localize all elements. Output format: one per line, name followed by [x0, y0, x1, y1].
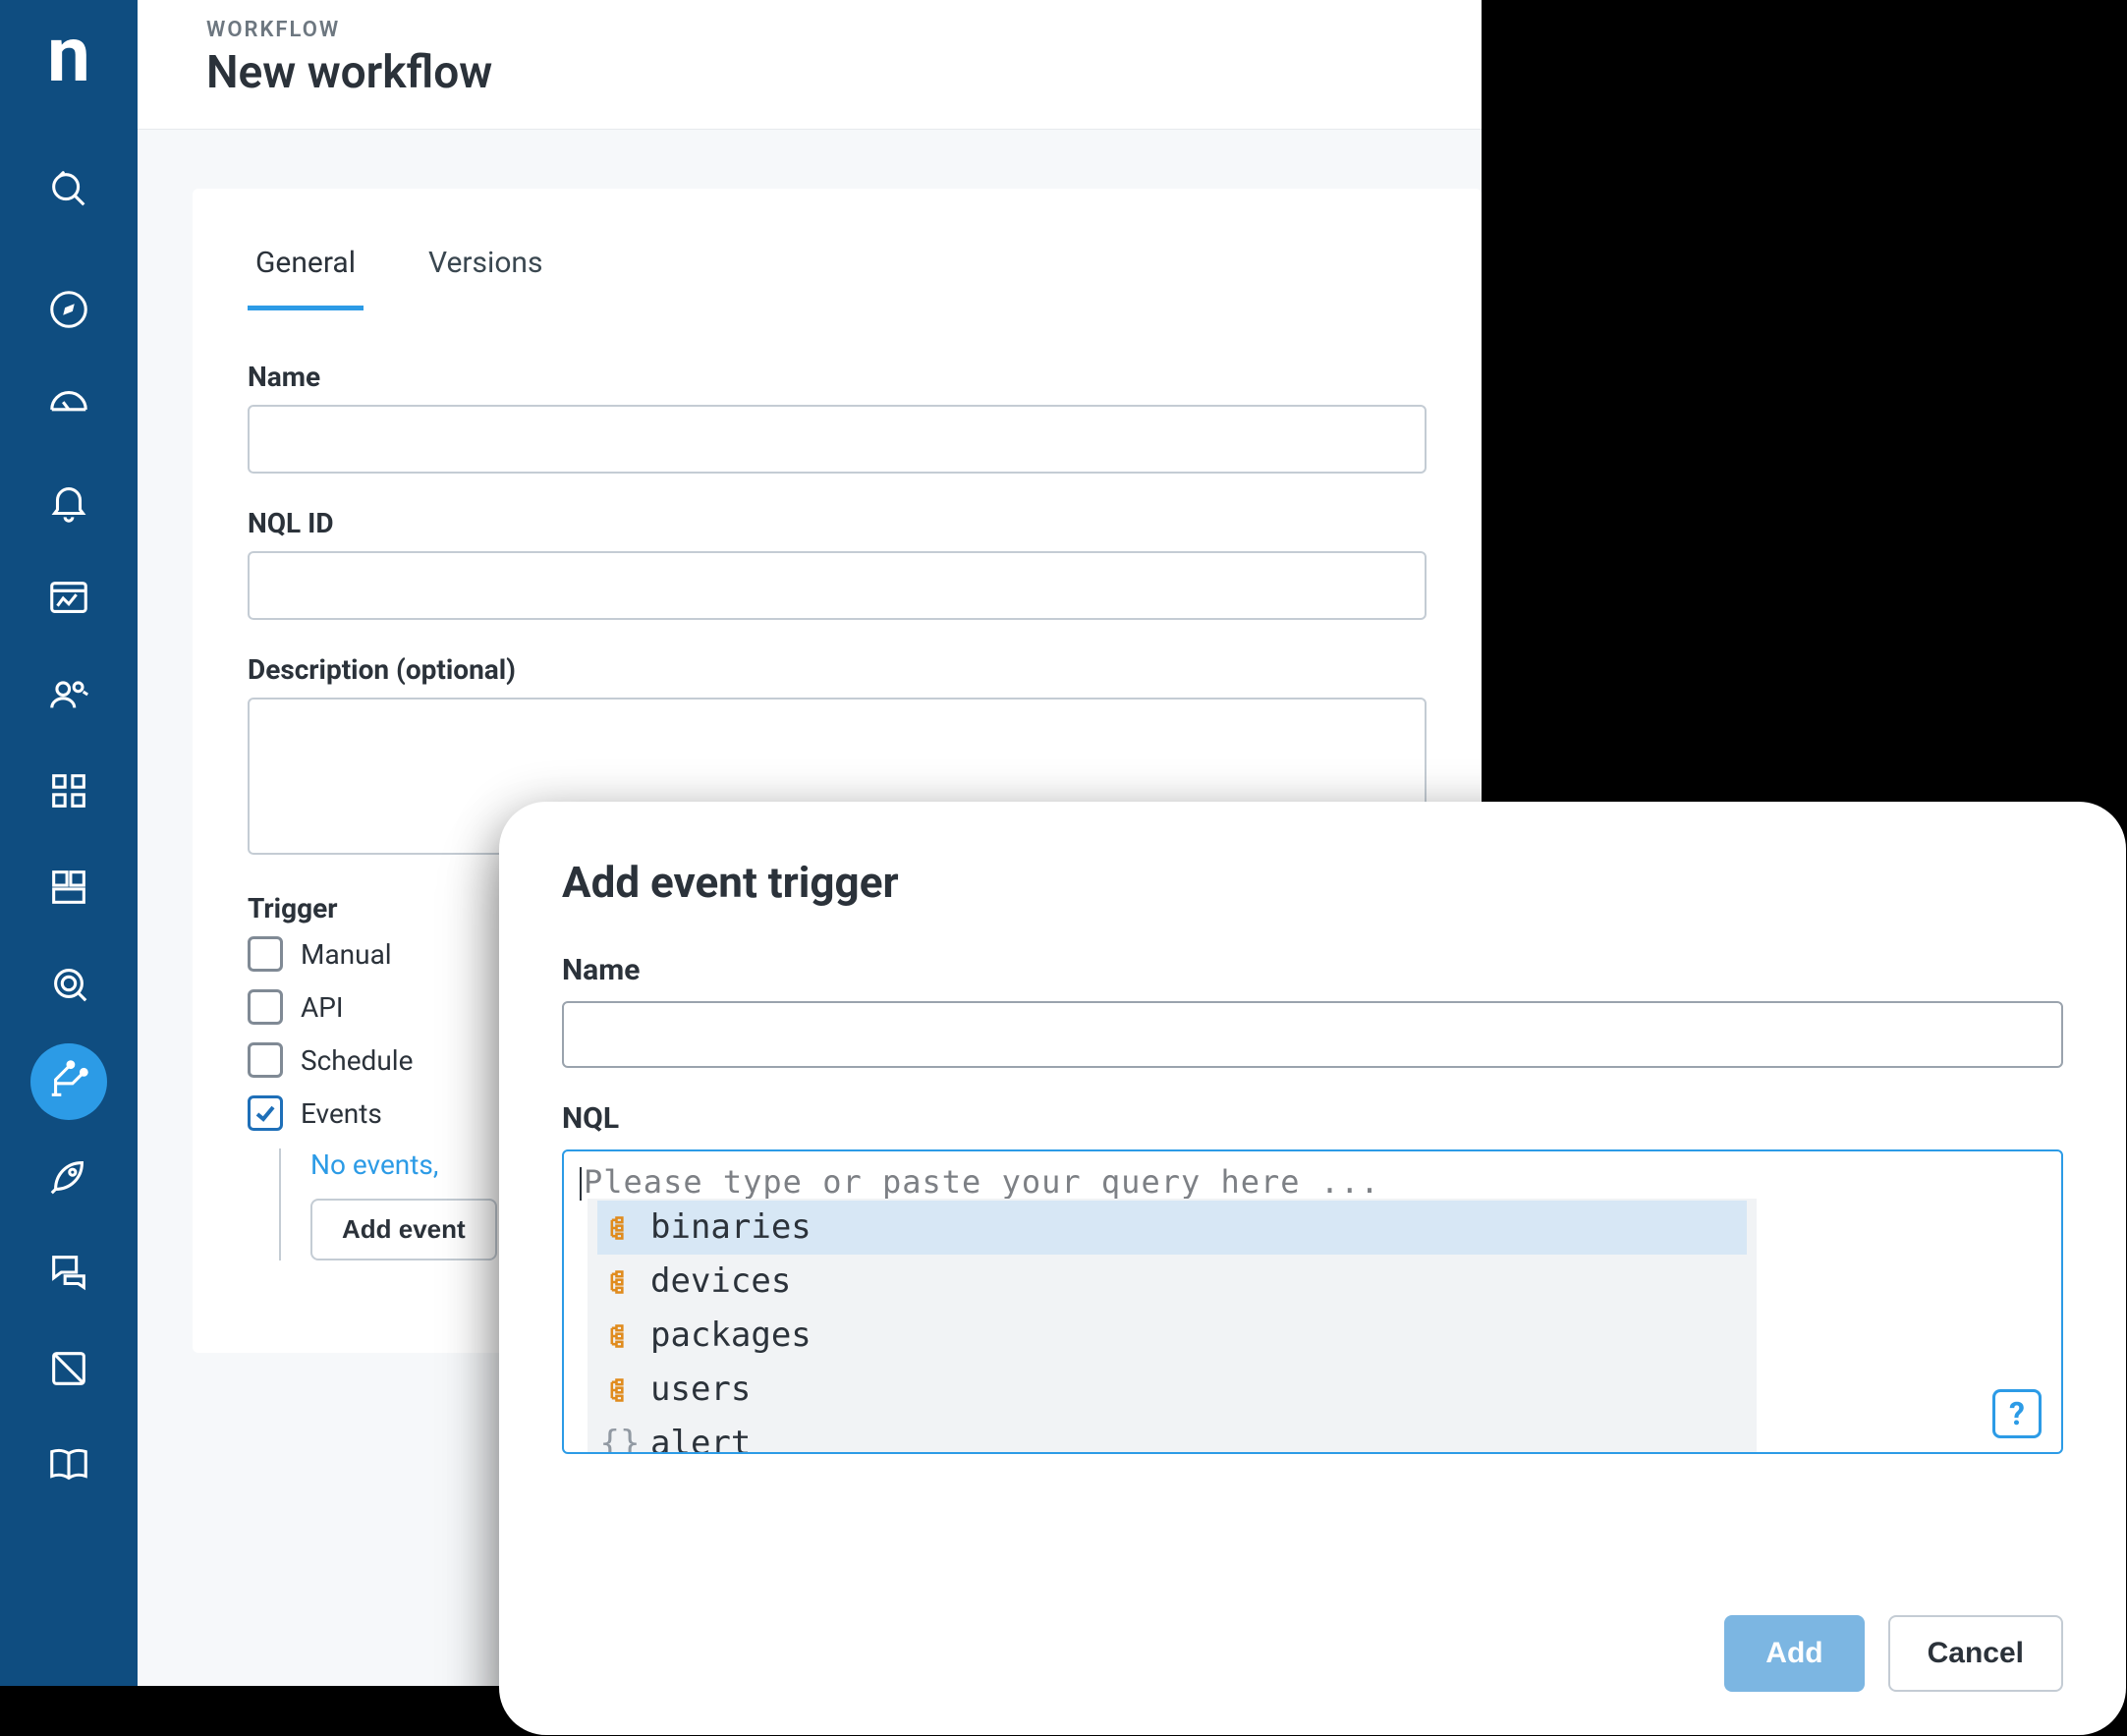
- users-icon: [46, 672, 91, 721]
- braces-icon: {}: [603, 1417, 637, 1454]
- book-icon: [46, 1442, 91, 1491]
- text-cursor-icon: [580, 1167, 582, 1201]
- tree-icon: [603, 1214, 637, 1242]
- nav-content[interactable]: [30, 1332, 107, 1409]
- logo: n: [47, 18, 90, 94]
- modal-name-label: Name: [562, 953, 2063, 987]
- apps-grid-icon: [46, 768, 91, 817]
- tree-icon: [603, 1268, 637, 1296]
- field-name: Name: [248, 361, 1427, 474]
- tab-general[interactable]: General: [248, 228, 364, 310]
- name-label: Name: [248, 361, 1427, 393]
- widgets-icon: [46, 865, 91, 914]
- nqlid-label: NQL ID: [248, 507, 1427, 539]
- nqlid-input[interactable]: [248, 551, 1427, 620]
- modal-footer: Add Cancel: [562, 1605, 2063, 1692]
- compass-icon: [46, 287, 91, 336]
- modal-name-input[interactable]: [562, 1001, 2063, 1068]
- field-nqlid: NQL ID: [248, 507, 1427, 620]
- nav-analytics[interactable]: [30, 562, 107, 639]
- autocomplete-item[interactable]: packages: [597, 1309, 1747, 1363]
- nql-editor[interactable]: Please type or paste your query here ...…: [562, 1149, 2063, 1454]
- breadcrumb: WORKFLOW: [206, 18, 1427, 42]
- autocomplete-text: users: [650, 1363, 751, 1417]
- page-title: New workflow: [206, 46, 1427, 99]
- workflow-robot-icon: [46, 1057, 91, 1106]
- nav-compass[interactable]: [30, 273, 107, 350]
- modal-field-nql: NQL Please type or paste your query here…: [562, 1101, 2063, 1572]
- investigate-icon: [46, 961, 91, 1010]
- analytics-window-icon: [46, 576, 91, 625]
- modal-cancel-button[interactable]: Cancel: [1888, 1615, 2063, 1692]
- search-icon: [46, 167, 91, 216]
- checkbox-icon: [248, 1042, 283, 1078]
- modal-title: Add event trigger: [562, 857, 2063, 908]
- rocket-icon: [46, 1153, 91, 1203]
- autocomplete-list: binaries devices packages users: [588, 1199, 1757, 1454]
- modal-add-button[interactable]: Add: [1724, 1615, 1864, 1692]
- nav-workflows[interactable]: [30, 1043, 107, 1120]
- trigger-schedule-label: Schedule: [301, 1044, 413, 1077]
- trigger-events-label: Events: [301, 1097, 382, 1130]
- nav-widgets[interactable]: [30, 851, 107, 927]
- modal-nql-label: NQL: [562, 1101, 2063, 1136]
- nav-rocket[interactable]: [30, 1140, 107, 1216]
- nql-placeholder-text: Please type or paste your query here ...: [584, 1163, 1380, 1201]
- nql-placeholder: Please type or paste your query here ...: [580, 1163, 2045, 1201]
- add-event-button[interactable]: Add event: [310, 1199, 497, 1260]
- modal-field-name: Name: [562, 953, 2063, 1068]
- bell-icon: [46, 479, 91, 529]
- nav-investigate[interactable]: [30, 947, 107, 1024]
- nav-apps[interactable]: [30, 755, 107, 831]
- description-label: Description (optional): [248, 653, 1427, 686]
- checkbox-icon: [248, 989, 283, 1025]
- nav-bell[interactable]: [30, 466, 107, 542]
- nav-dashboard[interactable]: [30, 369, 107, 446]
- autocomplete-item[interactable]: binaries: [597, 1201, 1747, 1255]
- autocomplete-item[interactable]: {} alert: [597, 1417, 1747, 1454]
- nav-book[interactable]: [30, 1428, 107, 1505]
- add-event-trigger-modal: Add event trigger Name NQL Please type o…: [499, 802, 2126, 1735]
- autocomplete-text: devices: [650, 1255, 791, 1309]
- tree-icon: [603, 1322, 637, 1350]
- sidebar: n: [0, 0, 138, 1686]
- nav-chat[interactable]: [30, 1236, 107, 1313]
- tabs: General Versions: [248, 228, 1427, 311]
- autocomplete-text: alert: [650, 1417, 751, 1454]
- checkbox-icon: [248, 936, 283, 972]
- content-icon: [46, 1346, 91, 1395]
- chat-icon: [46, 1250, 91, 1299]
- trigger-manual-label: Manual: [301, 938, 392, 971]
- autocomplete-text: packages: [650, 1309, 812, 1363]
- autocomplete-item[interactable]: users: [597, 1363, 1747, 1417]
- checkbox-checked-icon: [248, 1095, 283, 1131]
- autocomplete-text: binaries: [650, 1201, 812, 1255]
- autocomplete-item[interactable]: devices: [597, 1255, 1747, 1309]
- dashboard-gauge-icon: [46, 383, 91, 432]
- nav-users[interactable]: [30, 658, 107, 735]
- tree-icon: [603, 1376, 637, 1404]
- trigger-api-label: API: [301, 991, 344, 1024]
- main-header: WORKFLOW New workflow: [138, 0, 1482, 130]
- help-button[interactable]: ?: [1992, 1389, 2042, 1438]
- nav-search[interactable]: [30, 153, 107, 230]
- tab-versions[interactable]: Versions: [420, 228, 550, 310]
- name-input[interactable]: [248, 405, 1427, 474]
